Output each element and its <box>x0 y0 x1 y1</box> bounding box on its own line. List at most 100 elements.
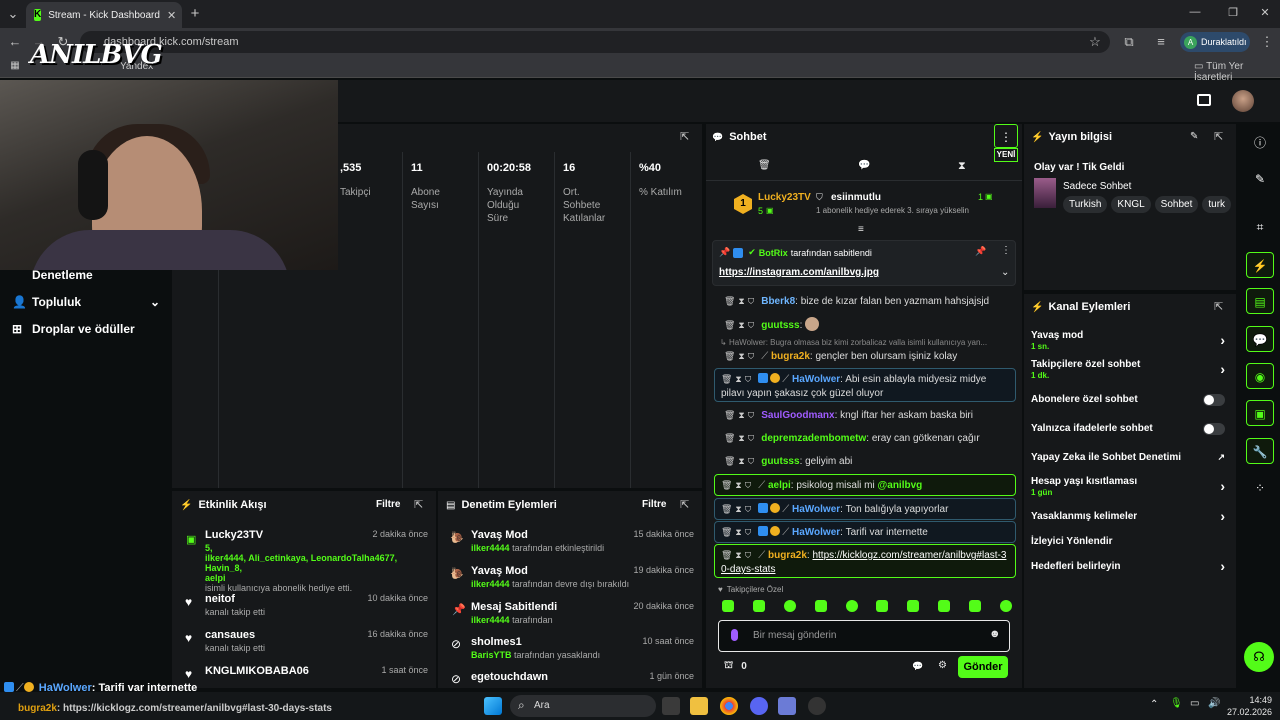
chat-mention[interactable]: @anilbvg <box>878 480 923 491</box>
chat-message[interactable]: 🗑⧗⛉ Bberk8: bize de kızar falan ben yazma… <box>714 294 1016 309</box>
clock[interactable]: 14:49 27.02.2026 <box>1226 694 1272 718</box>
stream-category[interactable]: Sadece Sohbet <box>1063 181 1131 192</box>
emote-icon[interactable] <box>814 600 827 612</box>
chat-user[interactable]: aelpi <box>768 480 791 491</box>
chat-message[interactable]: 🗑⧗⛉ ⟋ HaWolwer: Abi esin ablayla midyesiz… <box>714 368 1016 402</box>
chat-user[interactable]: HaWolwer <box>792 374 840 385</box>
chat-settings-icon[interactable]: 💬 <box>858 160 870 171</box>
quick-action-icon[interactable]: ⚡ <box>1246 252 1274 278</box>
broadcast-icon[interactable]: ◉ <box>1246 363 1274 389</box>
chat-message[interactable]: 🗑⧗⛉ ⟋ aelpi: psikolog misali mi @anilbvg <box>714 474 1016 496</box>
action-slow-mode[interactable]: Yavaş mod 1 sn. › <box>1031 330 1229 351</box>
media-library-icon[interactable]: ▣ <box>1246 400 1274 426</box>
stream-tag[interactable]: KNGL <box>1111 196 1151 213</box>
tab-list-icon[interactable]: ⌄ <box>4 6 22 22</box>
expand-leaderboard-icon[interactable]: ≡ <box>858 224 864 235</box>
action-ai-moderation[interactable]: Yapay Zeka ile Sohbet Denetimi ↗ <box>1031 452 1229 463</box>
tools-icon[interactable]: 🔧 <box>1246 438 1274 464</box>
chat-message[interactable]: 🗑⧗⛉ ⟋ bugra2k: https://kicklogz.com/strea… <box>714 544 1016 578</box>
studio-icon[interactable] <box>1197 94 1211 106</box>
task-view-icon[interactable] <box>662 697 680 715</box>
chat-menu-button[interactable]: ⋮ <box>994 124 1018 148</box>
extensions-icon[interactable]: ⧉ <box>1120 34 1138 50</box>
chat-message[interactable]: 🗑⧗⛉ ⟋ bugra2k: gençler ben olursam işiniz… <box>714 349 1016 364</box>
action-subscribers-only[interactable]: Abonelere özel sohbet <box>1031 394 1229 406</box>
action-followers-only[interactable]: Takipçilere özel sohbet 1 dk. › <box>1031 359 1229 380</box>
emote-icon[interactable] <box>722 600 734 612</box>
emote-icon[interactable] <box>938 600 951 612</box>
taskbar-search[interactable]: ⌕ Ara <box>510 695 656 717</box>
chat-user[interactable]: HaWolwer <box>792 504 840 515</box>
bookmark-star-icon[interactable]: ☆ <box>1086 34 1104 50</box>
chat-user[interactable]: SaulGoodmanx <box>761 410 834 421</box>
chat-message[interactable]: 🗑⧗⛉ SaulGoodmanx: kngl iftar her askam ba… <box>714 408 1016 423</box>
popout-icon[interactable]: ⇱ <box>680 499 692 511</box>
chat-message[interactable]: 🗑⧗⛉ ⟋ HaWolwer: Ton balığıyla yapıyorlar <box>714 498 1016 520</box>
moderation-filter[interactable]: Filtre <box>642 499 666 510</box>
new-tab-icon[interactable]: + <box>186 5 204 22</box>
channel-points[interactable]: ⛫ 0 <box>724 660 747 673</box>
windows-start-icon[interactable] <box>484 697 502 715</box>
chat-user[interactable]: bugra2k <box>768 550 807 561</box>
popout-icon[interactable]: ⇱ <box>1214 301 1226 313</box>
emote-icon[interactable] <box>999 600 1012 612</box>
discord-icon[interactable] <box>750 697 768 715</box>
moderation-user[interactable]: ilker4444 <box>471 579 510 589</box>
action-goals[interactable]: Hedefleri belirleyin › <box>1031 558 1229 574</box>
browser-tab[interactable]: K Stream - Kick Dashboard ✕ <box>26 2 182 28</box>
close-tab-icon[interactable]: ✕ <box>167 9 176 22</box>
popout-icon[interactable]: ⇱ <box>414 499 426 511</box>
emote-only-toggle[interactable] <box>1203 423 1225 435</box>
minimize-icon[interactable]: — <box>1186 6 1204 18</box>
edit-icon[interactable]: ✎ <box>1190 131 1198 142</box>
profile-chip[interactable]: A Duraklatıldı <box>1180 32 1250 52</box>
pinned-link[interactable]: https://instagram.com/anilbvg.jpg <box>719 267 879 278</box>
chat-user[interactable]: HaWolwer <box>792 527 840 538</box>
chat-icon[interactable]: 💬 <box>1246 326 1274 352</box>
nav-community[interactable]: 👤 Topluluk ⌄ <box>12 295 160 309</box>
chat-user[interactable]: Bberk8 <box>761 296 795 307</box>
crop-icon[interactable]: ⌗ <box>1246 214 1274 240</box>
url-field[interactable]: dashboard.kick.com/stream <box>80 31 1110 53</box>
leader-name[interactable]: Lucky23TV <box>758 192 811 203</box>
pencil-icon[interactable]: ✎ <box>1246 166 1274 192</box>
tray-chevron-icon[interactable]: ⌃ <box>1150 699 1158 710</box>
obs-icon[interactable] <box>808 697 826 715</box>
unpin-icon[interactable]: 📌 <box>975 246 986 257</box>
apps-icon[interactable]: ⁘ <box>1246 475 1274 501</box>
nav-drops[interactable]: ⊞ Droplar ve ödüller <box>12 322 135 336</box>
trash-icon[interactable]: 🗑 <box>758 160 771 171</box>
support-button[interactable]: ☊ <box>1244 642 1274 672</box>
emote-icon[interactable] <box>845 600 858 612</box>
action-account-age[interactable]: Hesap yaşı kısıtlaması 1 gün › <box>1031 476 1229 497</box>
chat-user[interactable]: bugra2k <box>771 351 810 362</box>
moderation-user[interactable]: ilker4444 <box>471 543 510 553</box>
nav-moderation[interactable]: Denetleme <box>12 268 93 282</box>
chevron-down-icon[interactable]: ⌄ <box>1001 267 1009 278</box>
stream-tag[interactable]: Turkish <box>1063 196 1108 213</box>
pinned-author[interactable]: BotRix <box>759 248 788 258</box>
maximize-icon[interactable]: ❐ <box>1224 6 1242 19</box>
emote-icon[interactable] <box>876 600 889 612</box>
emote-icon[interactable] <box>783 600 796 612</box>
action-banned-words[interactable]: Yasaklanmış kelimeler › <box>1031 508 1229 524</box>
popout-icon[interactable]: ⇱ <box>1214 131 1226 143</box>
network-icon[interactable]: ▭ <box>1190 698 1199 709</box>
microphone-icon[interactable] <box>731 629 738 641</box>
media-icon[interactable]: ≡ <box>1152 34 1170 49</box>
chat-message[interactable]: 🗑⧗⛉ ⟋ HaWolwer: Tarifi var internette <box>714 521 1016 543</box>
popout-icon[interactable]: ⇱ <box>680 131 692 143</box>
emote-icon[interactable] <box>907 600 920 612</box>
stream-tag[interactable]: Sohbet <box>1154 196 1199 213</box>
app-icon[interactable] <box>778 697 796 715</box>
notes-icon[interactable]: ▤ <box>1246 288 1274 314</box>
action-emote-only[interactable]: Yalnızca ifadelerle sohbet <box>1031 423 1229 435</box>
chat-message[interactable]: 🗑⧗⛉ guutsss: <box>714 317 1016 333</box>
chat-user[interactable]: guutsss <box>761 456 799 467</box>
browser-menu-icon[interactable]: ⋮ <box>1258 34 1276 50</box>
emote-icon[interactable] <box>969 600 981 612</box>
pinned-menu-icon[interactable]: ⋮ <box>1001 245 1011 256</box>
close-window-icon[interactable]: ✕ <box>1256 6 1274 19</box>
volume-icon[interactable]: 🔊 <box>1208 698 1220 709</box>
activity-filter[interactable]: Filtre <box>376 499 400 510</box>
